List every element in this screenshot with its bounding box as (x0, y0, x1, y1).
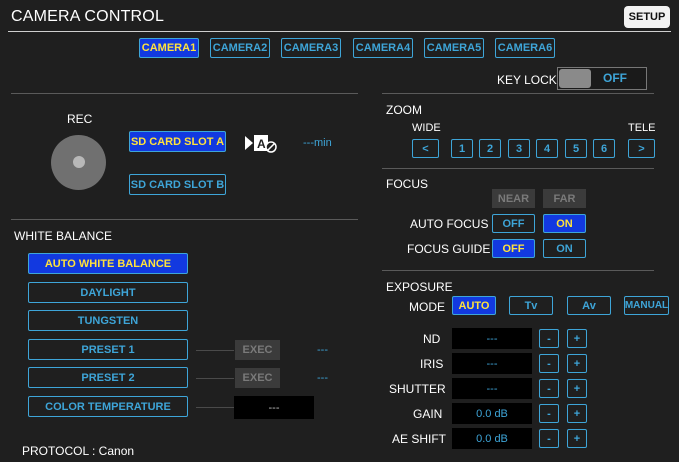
white-balance-title: WHITE BALANCE (14, 229, 113, 243)
shutter-minus-button[interactable]: - (539, 379, 559, 398)
color-temperature-value: --- (234, 396, 314, 419)
preset-2-connector (196, 378, 234, 379)
preset-1-connector (196, 350, 234, 351)
gain-label: GAIN (413, 407, 443, 421)
focus-divider (382, 168, 654, 169)
preset-2-value: --- (317, 372, 328, 384)
preset-1-value: --- (317, 344, 328, 356)
exposure-mode-auto-button[interactable]: AUTO (452, 296, 496, 315)
shutter-value: --- (452, 378, 532, 399)
focus-far-button[interactable]: FAR (543, 189, 586, 208)
shutter-plus-button[interactable]: + (567, 379, 587, 398)
tungsten-button[interactable]: TUNGSTEN (28, 310, 188, 331)
zoom-title: ZOOM (386, 103, 422, 117)
exposure-mode-tv-button[interactable]: Tv (509, 296, 553, 315)
header-divider (8, 31, 671, 32)
auto-focus-on-button[interactable]: ON (543, 214, 586, 233)
focus-guide-off-button[interactable]: OFF (492, 239, 535, 258)
protocol-label: PROTOCOL : Canon (22, 444, 135, 458)
tab-camera1[interactable]: CAMERA1 (139, 38, 199, 58)
zoom-step-3-button[interactable]: 3 (508, 139, 530, 158)
tab-camera6[interactable]: CAMERA6 (495, 38, 555, 58)
focus-guide-on-button[interactable]: ON (543, 239, 586, 258)
zoom-step-4-button[interactable]: 4 (536, 139, 558, 158)
key-lock-knob[interactable] (559, 69, 591, 88)
zoom-tele-button[interactable]: > (628, 139, 655, 158)
app-title: CAMERA CONTROL (11, 8, 165, 25)
zoom-wide-button[interactable]: < (412, 139, 439, 158)
tab-camera2[interactable]: CAMERA2 (210, 38, 270, 58)
svg-text:A: A (257, 137, 266, 151)
zoom-step-6-button[interactable]: 6 (593, 139, 615, 158)
zoom-step-2-button[interactable]: 2 (479, 139, 501, 158)
rec-divider (11, 93, 358, 94)
nd-minus-button[interactable]: - (539, 329, 559, 348)
shutter-label: SHUTTER (389, 382, 446, 396)
gain-minus-button[interactable]: - (539, 404, 559, 423)
preset-1-button[interactable]: PRESET 1 (28, 339, 188, 360)
exposure-mode-av-button[interactable]: Av (567, 296, 611, 315)
iris-label: IRIS (420, 357, 444, 371)
key-lock-state: OFF (603, 71, 627, 85)
rec-label: REC (67, 112, 93, 126)
daylight-button[interactable]: DAYLIGHT (28, 282, 188, 303)
focus-guide-label: FOCUS GUIDE (407, 242, 491, 256)
key-lock-label: KEY LOCK (497, 73, 557, 87)
ae-shift-plus-button[interactable]: + (567, 429, 587, 448)
focus-title: FOCUS (386, 177, 428, 191)
auto-focus-off-button[interactable]: OFF (492, 214, 535, 233)
sd-card-slot-a-button[interactable]: SD CARD SLOT A (129, 131, 226, 152)
ae-shift-label: AE SHIFT (392, 432, 447, 446)
zoom-wide-label: WIDE (412, 122, 441, 134)
gain-value: 0.0 dB (452, 403, 532, 424)
exposure-mode-manual-button[interactable]: MANUAL (624, 296, 669, 315)
color-temperature-button[interactable]: COLOR TEMPERATURE (28, 396, 188, 417)
auto-focus-label: AUTO FOCUS (410, 217, 489, 231)
focus-near-button[interactable]: NEAR (492, 189, 535, 208)
rec-indicator (73, 156, 85, 168)
zoom-step-5-button[interactable]: 5 (565, 139, 587, 158)
zoom-divider (382, 93, 654, 94)
preset-2-button[interactable]: PRESET 2 (28, 367, 188, 388)
nd-label: ND (423, 332, 441, 346)
iris-minus-button[interactable]: - (539, 354, 559, 373)
nd-plus-button[interactable]: + (567, 329, 587, 348)
preset-1-exec-button[interactable]: EXEC (235, 340, 280, 360)
gain-plus-button[interactable]: + (567, 404, 587, 423)
preset-2-exec-button[interactable]: EXEC (235, 368, 280, 388)
ae-shift-minus-button[interactable]: - (539, 429, 559, 448)
ae-shift-value: 0.0 dB (452, 428, 532, 449)
setup-button[interactable]: SETUP (624, 6, 670, 28)
tab-camera4[interactable]: CAMERA4 (353, 38, 413, 58)
zoom-step-1-button[interactable]: 1 (451, 139, 473, 158)
exposure-title: EXPOSURE (386, 280, 453, 294)
auto-record-icon: A (243, 132, 281, 154)
rec-remaining-time: ---min (303, 137, 332, 149)
tab-camera5[interactable]: CAMERA5 (424, 38, 484, 58)
tab-camera3[interactable]: CAMERA3 (281, 38, 341, 58)
sd-card-slot-b-button[interactable]: SD CARD SLOT B (129, 174, 226, 195)
iris-value: --- (452, 353, 532, 374)
iris-plus-button[interactable]: + (567, 354, 587, 373)
exposure-mode-label: MODE (409, 300, 445, 314)
exposure-divider (382, 270, 654, 271)
wb-divider (11, 219, 358, 220)
color-temp-connector (196, 407, 234, 408)
auto-white-balance-button[interactable]: AUTO WHITE BALANCE (28, 253, 188, 274)
zoom-tele-label: TELE (628, 122, 656, 134)
nd-value: --- (452, 328, 532, 349)
